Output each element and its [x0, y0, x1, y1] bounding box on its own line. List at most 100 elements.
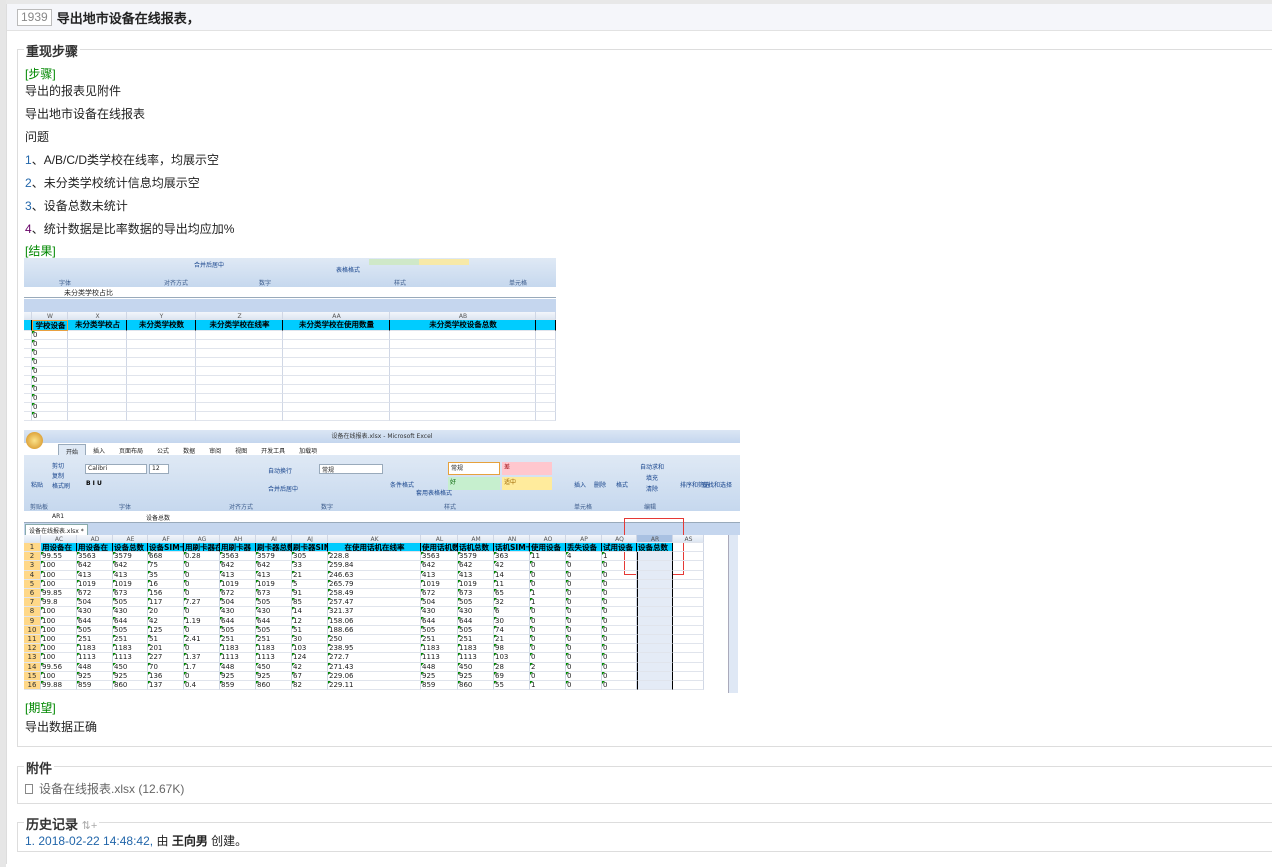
data-cell: 32 — [494, 598, 530, 608]
data-cell: 42 — [292, 662, 328, 672]
error-indicator — [256, 662, 259, 666]
number-format-select: 常规 — [319, 464, 383, 474]
vertical-scrollbar[interactable] — [728, 535, 738, 693]
formula-bar: 未分类学校占比 — [24, 288, 556, 298]
column-header: AL — [421, 535, 458, 543]
data-cell: 0 — [184, 579, 220, 589]
data-cell: 258.49 — [328, 589, 421, 599]
sort-icon[interactable]: ⇅+ — [82, 820, 98, 832]
data-cell — [68, 376, 127, 385]
column-header: AD — [77, 535, 113, 543]
data-cell: 0 — [184, 570, 220, 580]
data-cell — [637, 662, 673, 672]
error-indicator — [184, 635, 187, 638]
header-cell: 试用设备 — [602, 543, 637, 553]
ribbon-tab[interactable]: 开发工具 — [254, 444, 292, 455]
ribbon-tab[interactable]: 视图 — [228, 444, 254, 455]
data-cell: 430 — [77, 607, 113, 617]
data-cell: 859 — [220, 681, 256, 691]
error-indicator — [566, 662, 569, 666]
row-header: 4 — [24, 570, 41, 580]
data-cell: 0 — [32, 349, 68, 358]
data-cell — [536, 349, 556, 358]
data-cell: 1183 — [421, 644, 458, 654]
data-cell: 505 — [77, 625, 113, 635]
data-cell: 99.8 — [41, 598, 77, 608]
ribbon-tab[interactable]: 页面布局 — [112, 444, 150, 455]
attachment-link[interactable]: 设备在线报表.xlsx (12.67K) — [25, 781, 184, 797]
error-indicator — [602, 644, 605, 648]
data-cell: 1113 — [77, 653, 113, 663]
data-cell — [283, 358, 390, 367]
ribbon-group-label: 剪贴板 — [30, 504, 49, 511]
error-indicator — [602, 671, 605, 675]
header-cell: 未分类学校占 — [68, 320, 127, 331]
style-neutral-swatch — [419, 259, 469, 265]
data-cell: 227 — [148, 653, 184, 663]
data-cell: 3563 — [220, 552, 256, 562]
data-cell: 0 — [602, 579, 637, 589]
data-cell: 100 — [41, 579, 77, 589]
error-indicator — [602, 635, 605, 638]
data-cell — [127, 394, 196, 403]
column-header: Z — [196, 312, 283, 320]
data-cell: 229.11 — [328, 681, 421, 691]
ribbon-tab[interactable]: 加载项 — [292, 444, 324, 455]
error-indicator — [220, 579, 223, 583]
title-bar: 设备在线报表.xlsx - Microsoft Excel — [24, 430, 740, 443]
ribbon-tab[interactable]: 审阅 — [202, 444, 228, 455]
data-cell — [196, 367, 283, 376]
row-header: 2 — [24, 552, 41, 562]
error-indicator — [292, 616, 295, 620]
ribbon-tab[interactable]: 数据 — [176, 444, 202, 455]
header-cell: 未分类学校设备总数 — [390, 320, 536, 331]
formula-text[interactable]: 设备总数 — [146, 513, 170, 522]
data-cell — [68, 394, 127, 403]
history-section: 历史记录 ⇅+ 1. 2018-02-22 14:48:42, 由 王向男 创建… — [17, 814, 1272, 852]
header-cell: 话机SIM卡 — [494, 543, 530, 553]
error-indicator — [148, 635, 151, 638]
data-cell: 0 — [602, 589, 637, 599]
ribbon-tab[interactable]: 公式 — [150, 444, 176, 455]
error-indicator — [328, 644, 331, 648]
data-cell: 1113 — [421, 653, 458, 663]
error-indicator — [530, 561, 533, 565]
data-cell: 0 — [566, 644, 602, 654]
error-indicator — [421, 561, 424, 565]
data-cell: 505 — [458, 598, 494, 608]
data-cell — [637, 607, 673, 617]
data-cell: 450 — [256, 662, 292, 672]
error-indicator — [77, 579, 80, 583]
format-button: 格式 — [616, 482, 629, 489]
column-header: AR — [637, 535, 673, 543]
data-cell: 642 — [77, 561, 113, 571]
data-cell — [127, 340, 196, 349]
error-indicator — [77, 681, 80, 684]
data-cell: 137 — [148, 681, 184, 691]
data-cell — [637, 579, 673, 589]
data-cell: 11 — [530, 552, 566, 562]
header-cell: 设备总数 — [637, 543, 673, 553]
data-cell: 0 — [566, 671, 602, 681]
office-button[interactable] — [26, 432, 43, 449]
error-indicator — [41, 635, 44, 638]
error-indicator — [256, 616, 259, 620]
data-cell: 448 — [421, 662, 458, 672]
data-cell — [390, 385, 536, 394]
error-indicator — [184, 589, 187, 592]
data-cell — [637, 552, 673, 562]
ribbon-tab[interactable]: 插入 — [86, 444, 112, 455]
error-indicator — [494, 589, 497, 592]
issue-text: 、设备总数未统计 — [31, 199, 128, 213]
data-cell: 228.8 — [328, 552, 421, 562]
data-cell — [536, 412, 556, 421]
data-cell: 668 — [148, 552, 184, 562]
history-entry: 1. 2018-02-22 14:48:42, 由 王向男 创建。 — [25, 833, 247, 849]
name-box[interactable]: AR1 — [52, 513, 64, 520]
ribbon-tab[interactable]: 开始 — [58, 444, 87, 456]
error-indicator — [421, 579, 424, 583]
data-cell — [196, 376, 283, 385]
data-cell: 65 — [494, 589, 530, 599]
expect-text: 导出数据正确 — [25, 720, 98, 734]
error-indicator — [113, 589, 116, 592]
